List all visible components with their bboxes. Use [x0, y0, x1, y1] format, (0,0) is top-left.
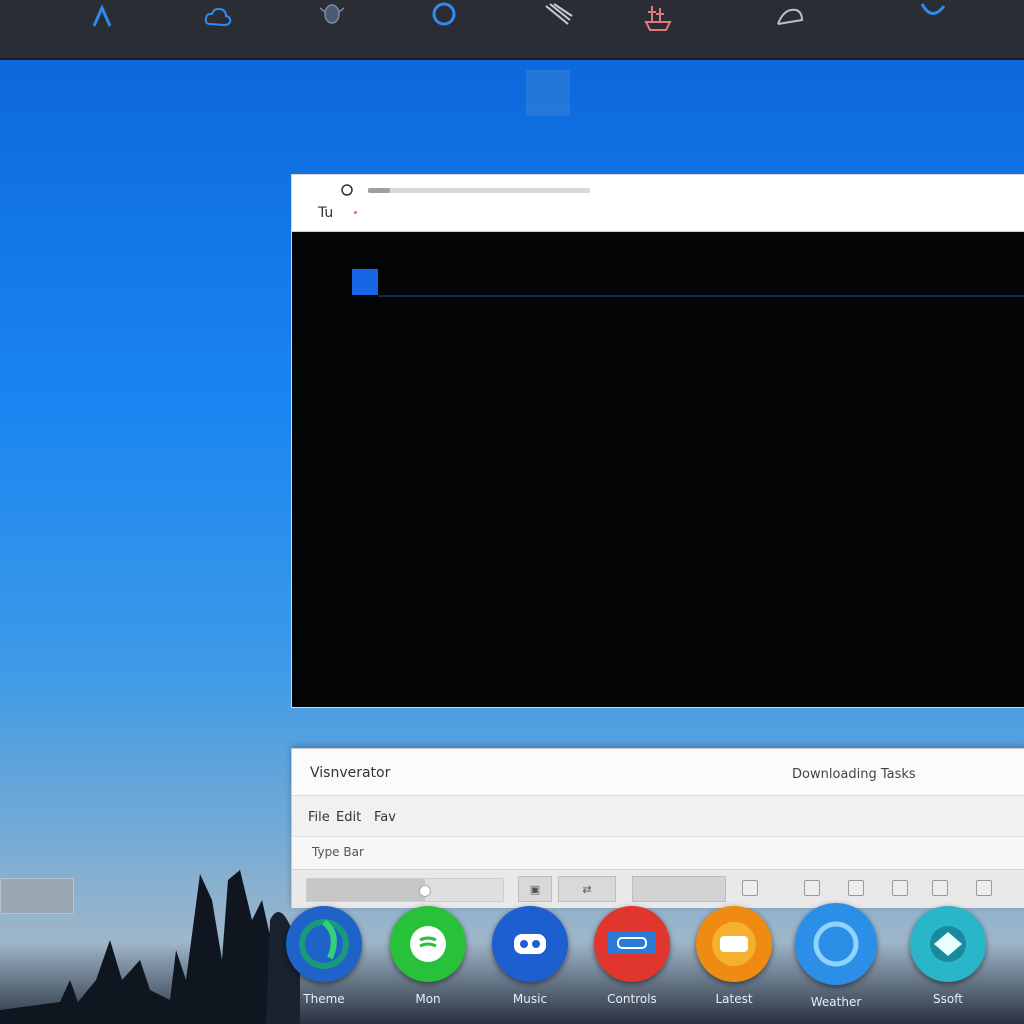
dock-item-latest[interactable]: Latest [692, 906, 776, 1006]
map-icon[interactable] [910, 906, 986, 982]
dock-label: Music [512, 992, 548, 1006]
terminal-titlebar[interactable]: Tu [292, 175, 1024, 232]
close-icon[interactable] [892, 880, 908, 896]
people-icon[interactable] [492, 906, 568, 982]
copy-icon[interactable]: ▣ [518, 876, 552, 902]
dialog-menu: File Edit Fav [292, 796, 1024, 837]
dock-item-weather[interactable]: Weather [794, 903, 878, 1009]
dock-item-mon[interactable]: Mon [386, 906, 470, 1006]
zoom-icon[interactable] [804, 880, 820, 896]
dock-label: Weather [810, 995, 862, 1009]
terminal-cursor [352, 269, 378, 295]
dock-label: Controls [607, 992, 657, 1006]
dialog-status: Downloading Tasks [792, 767, 916, 782]
chevron-up-icon[interactable] [82, 0, 122, 34]
dock-label: Theme [303, 992, 345, 1006]
terminal-window[interactable]: Tu [292, 175, 1024, 707]
search-icon[interactable] [340, 183, 354, 197]
terminal-output[interactable] [292, 232, 1024, 707]
spotify-icon[interactable] [390, 906, 466, 982]
tab-close-dot[interactable] [354, 211, 357, 214]
dialog-slider-knob[interactable] [418, 885, 431, 897]
terminal-progress-bar [368, 188, 590, 193]
desktop-glare [526, 70, 570, 116]
download-dialog[interactable]: Visnverator Downloading Tasks File Edit … [291, 748, 1024, 908]
settings-icon[interactable] [932, 880, 948, 896]
dialog-path-row: Type Bar [292, 837, 1024, 869]
paste-icon[interactable] [742, 880, 758, 896]
dialog-slider-fill [307, 879, 425, 901]
menu-edit[interactable]: Edit [336, 810, 361, 825]
dock-label: Ssoft [933, 992, 963, 1006]
circle-icon[interactable] [424, 0, 464, 34]
dock-label: Mon [415, 992, 441, 1006]
dock-item-controls[interactable]: Controls [590, 906, 674, 1006]
dock-label: Latest [715, 992, 753, 1006]
bird-icon[interactable] [770, 0, 810, 34]
bug-icon[interactable] [312, 0, 352, 34]
gamepad-icon[interactable] [594, 906, 670, 982]
dock-item-ssoft[interactable]: Ssoft [906, 906, 990, 1006]
leaf-icon[interactable] [912, 0, 952, 34]
dock-item-theme[interactable]: Theme [282, 906, 366, 1006]
brush-icon[interactable] [538, 0, 578, 34]
dialog-toolbar: ▣ ⇄ [292, 869, 1024, 908]
menu-file[interactable]: File [308, 810, 330, 825]
edge-icon[interactable] [286, 906, 362, 982]
cloud-icon[interactable] [198, 0, 238, 34]
top-taskbar [0, 0, 1024, 60]
chat-icon[interactable] [696, 906, 772, 982]
background-window-edge [0, 878, 74, 914]
dialog-path[interactable]: Type Bar [312, 845, 364, 859]
menu-fav[interactable]: Fav [374, 810, 396, 825]
cortana-icon[interactable] [795, 903, 877, 985]
dialog-input-field[interactable] [632, 876, 726, 902]
terminal-tab-label[interactable]: Tu [318, 205, 333, 221]
dialog-title: Visnverator [310, 765, 391, 781]
dialog-slider[interactable] [306, 878, 504, 902]
ship-icon[interactable] [638, 0, 678, 34]
refresh-icon[interactable] [848, 880, 864, 896]
menu-icon[interactable] [976, 880, 992, 896]
link-icon[interactable]: ⇄ [558, 876, 616, 902]
terminal-divider [378, 295, 1024, 297]
dock-item-music[interactable]: Music [488, 906, 572, 1006]
terminal-progress-fill [368, 188, 391, 193]
dialog-header: Visnverator Downloading Tasks [292, 749, 1024, 796]
